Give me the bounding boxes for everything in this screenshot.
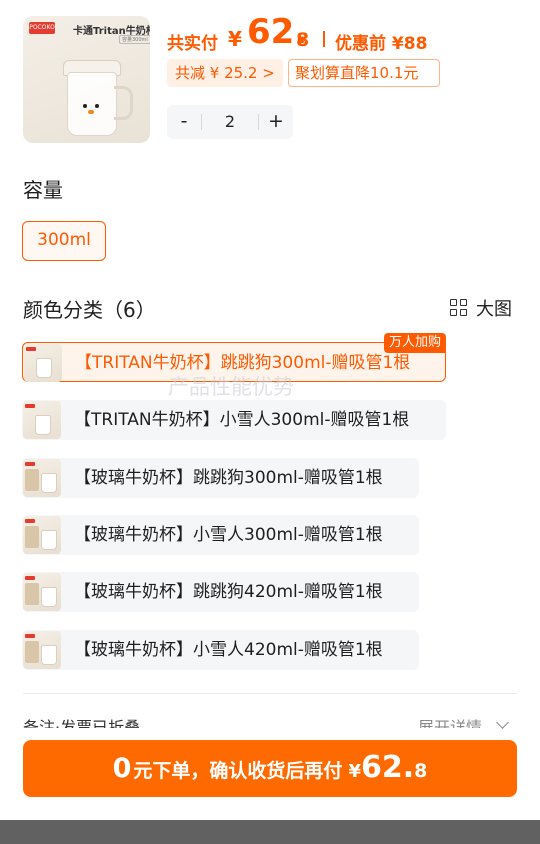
capacity-option-300ml[interactable]: 300ml: [22, 221, 106, 261]
price-decimal: 8: [296, 29, 310, 51]
variant-thumbnail: [23, 459, 61, 497]
cup-handle-graphic: [114, 86, 133, 120]
currency-symbol: ¥: [228, 27, 242, 51]
variant-option[interactable]: 【玻璃牛奶杯】跳跳狗420ml-赠吸管1根: [22, 572, 419, 612]
color-title: 颜色分类（6）: [23, 298, 156, 322]
capacity-title: 容量: [23, 178, 63, 202]
place-order-button[interactable]: 0 元下单，确认收货后再付 ¥ 62. 8: [23, 740, 517, 797]
variant-label: 【玻璃牛奶杯】跳跳狗300ml-赠吸管1根: [74, 468, 383, 488]
quantity-value[interactable]: 2: [203, 105, 257, 139]
stepper-divider: [201, 114, 202, 130]
chevron-down-icon[interactable]: [496, 716, 509, 729]
large-image-toggle[interactable]: 大图: [450, 296, 512, 320]
variant-option[interactable]: 【玻璃牛奶杯】小雪人420ml-赠吸管1根: [22, 630, 419, 670]
increase-button[interactable]: +: [259, 105, 293, 139]
variant-thumbnail: [23, 631, 61, 669]
total-pay-label: 共实付: [167, 34, 218, 54]
promo-tag: 聚划算直降10.1元: [288, 59, 440, 87]
cup-face-graphic: [81, 102, 101, 118]
quantity-stepper: - 2 +: [167, 105, 293, 139]
variant-option[interactable]: 【TRITAN牛奶杯】小雪人300ml-赠吸管1根: [22, 400, 446, 440]
original-price: 优惠前 ¥88: [335, 34, 428, 54]
section-divider: [23, 693, 517, 694]
cta-text: 元下单，确认收货后再付: [133, 760, 343, 782]
remarks-label: 备注·发票已折叠: [23, 718, 141, 728]
system-bottom-bar: [0, 820, 540, 844]
cta-price-integer: 62.: [360, 750, 415, 785]
image-subtitle: 容量300ml: [119, 35, 150, 44]
variant-label: 【玻璃牛奶杯】小雪人300ml-赠吸管1根: [74, 525, 383, 545]
watermark-text: 产品性能优势: [168, 375, 294, 399]
expand-details-link[interactable]: 展开详情: [418, 714, 482, 728]
variant-option[interactable]: 【玻璃牛奶杯】小雪人300ml-赠吸管1根: [22, 515, 419, 555]
product-image[interactable]: POCOKO 卡通Tritan牛奶杯 容量300ml: [23, 16, 150, 143]
cta-currency: ¥: [348, 761, 361, 782]
variant-thumbnail: [23, 516, 61, 554]
variant-option[interactable]: 【玻璃牛奶杯】跳跳狗300ml-赠吸管1根: [22, 458, 419, 498]
variant-label: 【玻璃牛奶杯】小雪人420ml-赠吸管1根: [74, 640, 383, 660]
variant-label: 【玻璃牛奶杯】跳跳狗420ml-赠吸管1根: [74, 582, 383, 602]
popular-badge: 万人加购: [383, 333, 446, 353]
grid-view-icon: [450, 299, 468, 317]
large-image-label: 大图: [476, 299, 512, 320]
discount-tag[interactable]: 共减 ¥ 25.2 >: [167, 59, 283, 87]
price-divider: [323, 31, 325, 47]
cta-zero: 0: [112, 753, 132, 784]
cta-price-decimal: 8: [414, 760, 428, 782]
variant-label: 【TRITAN牛奶杯】小雪人300ml-赠吸管1根: [74, 410, 410, 430]
variant-thumbnail: [24, 344, 62, 382]
decrease-button[interactable]: -: [167, 105, 201, 139]
variant-thumbnail: [23, 401, 61, 439]
variant-thumbnail: [23, 573, 61, 611]
brand-logo: POCOKO: [29, 22, 55, 34]
